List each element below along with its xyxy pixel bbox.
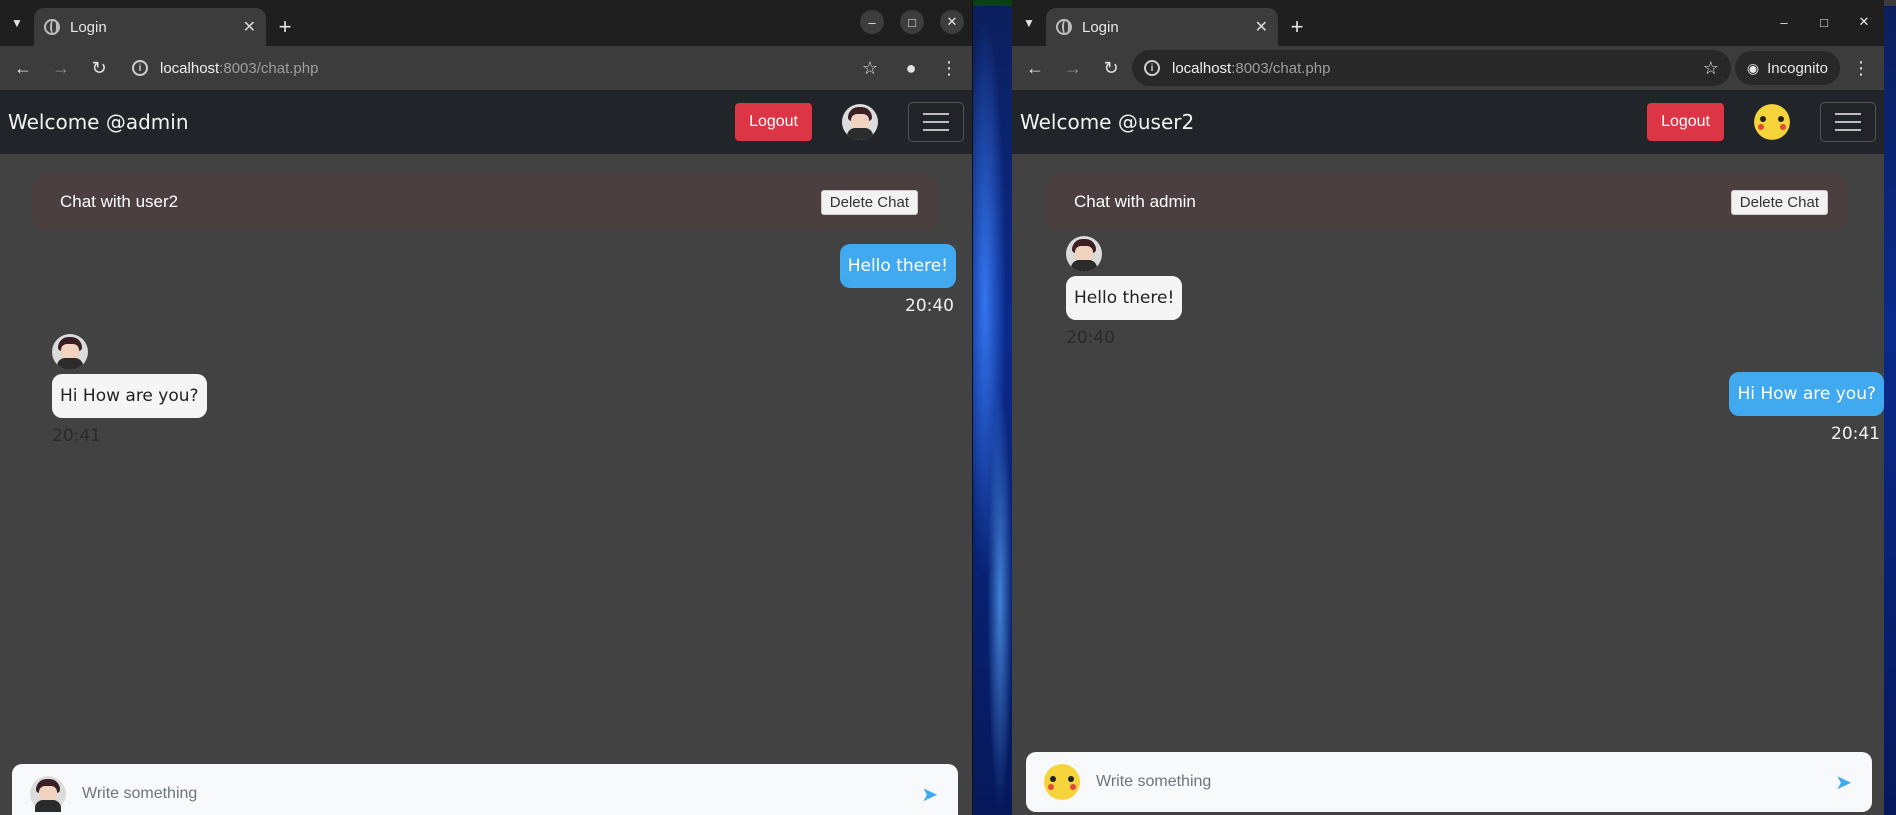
message-bubble-received: Hello there!: [1066, 276, 1183, 320]
address-bar[interactable]: i localhost:8003/chat.php ☆: [1132, 50, 1731, 86]
back-button[interactable]: ←: [1018, 51, 1052, 85]
new-tab-button[interactable]: +: [1278, 8, 1316, 46]
close-window-button[interactable]: ✕: [1852, 10, 1876, 34]
tab-strip: ▼ Login ✕ + – □ ✕: [0, 0, 972, 46]
tab-login[interactable]: Login ✕: [1046, 8, 1278, 46]
site-info-icon[interactable]: i: [1144, 60, 1160, 76]
tab-close-icon[interactable]: ✕: [243, 17, 256, 37]
tab-login[interactable]: Login ✕: [34, 8, 266, 46]
message-time: 20:41: [1831, 424, 1880, 444]
message-input[interactable]: [82, 785, 906, 803]
globe-icon: [1056, 19, 1072, 35]
close-window-button[interactable]: ✕: [940, 10, 964, 34]
message-time: 20:40: [905, 296, 954, 316]
hamburger-menu-icon[interactable]: [908, 102, 964, 142]
tab-title: Login: [1082, 18, 1119, 36]
chat-content: Chat with user2 Delete Chat Hello there!…: [0, 154, 972, 815]
welcome-text: Welcome @user2: [1020, 110, 1195, 134]
boy-avatar-icon: [30, 776, 66, 812]
tab-title: Login: [70, 18, 107, 36]
delete-chat-button[interactable]: Delete Chat: [1730, 189, 1828, 215]
message-composer: ➤: [12, 764, 958, 815]
pikachu-avatar-icon: [1044, 764, 1080, 800]
send-icon[interactable]: ➤: [1835, 770, 1852, 795]
message-time: 20:40: [1066, 328, 1115, 348]
chat-content: Chat with admin Delete Chat Hello there!…: [1012, 154, 1884, 815]
globe-icon: [44, 19, 60, 35]
url-path: :8003/chat.php: [219, 59, 319, 77]
tab-search-button[interactable]: ▼: [1012, 0, 1046, 46]
reload-button[interactable]: ↻: [1094, 51, 1128, 85]
window-controls: – □ ✕: [860, 10, 964, 34]
bookmark-star-icon[interactable]: ☆: [862, 58, 878, 79]
message-bubble-received: Hi How are you?: [52, 374, 207, 418]
welcome-text: Welcome @admin: [8, 110, 189, 134]
url-text: localhost:8003/chat.php: [1172, 60, 1330, 77]
logout-button[interactable]: Logout: [1647, 103, 1724, 141]
pikachu-avatar-icon[interactable]: [1754, 104, 1790, 140]
avatar-face: [30, 776, 66, 812]
back-button[interactable]: ←: [6, 51, 40, 85]
avatar-face: [842, 104, 878, 140]
reload-button[interactable]: ↻: [82, 51, 116, 85]
avatar-face: [52, 334, 88, 370]
bookmark-star-icon[interactable]: ☆: [1703, 58, 1719, 79]
forward-button[interactable]: →: [1056, 51, 1090, 85]
logout-button[interactable]: Logout: [735, 103, 812, 141]
chat-title: Chat with user2: [60, 192, 179, 211]
chat-title: Chat with admin: [1074, 192, 1196, 211]
browser-toolbar: ← → ↻ i localhost:8003/chat.php ☆ ● ⋮: [0, 46, 972, 90]
navbar-actions: Logout: [1647, 102, 1876, 142]
profile-icon[interactable]: ●: [894, 51, 928, 85]
browser-toolbar: ← → ↻ i localhost:8003/chat.php ☆ ◉ Inco…: [1012, 46, 1884, 90]
avatar-face: [1066, 236, 1102, 272]
url-host: localhost: [160, 59, 220, 77]
delete-chat-button[interactable]: Delete Chat: [820, 189, 918, 215]
minimize-button[interactable]: –: [1772, 10, 1796, 34]
tab-strip: ▼ Login ✕ + – □ ✕: [1012, 0, 1884, 46]
incognito-icon: ◉: [1746, 59, 1760, 76]
message-composer: ➤: [1026, 752, 1872, 812]
address-bar[interactable]: i localhost:8003/chat.php ☆: [120, 50, 890, 86]
url-host: localhost: [1172, 59, 1232, 77]
forward-button[interactable]: →: [44, 51, 78, 85]
message-time: 20:41: [52, 426, 101, 446]
browser-window-user2: ▼ Login ✕ + – □ ✕ ← → ↻ i localhost:8003…: [1012, 0, 1884, 815]
pikachu-face: [1044, 764, 1080, 800]
message-input[interactable]: [1096, 773, 1820, 791]
pikachu-face: [1754, 104, 1790, 140]
hamburger-menu-icon[interactable]: [1820, 102, 1876, 142]
incognito-label: Incognito: [1767, 59, 1828, 77]
new-tab-button[interactable]: +: [266, 8, 304, 46]
url-text: localhost:8003/chat.php: [160, 60, 318, 77]
maximize-button[interactable]: □: [900, 10, 924, 34]
site-navbar: Welcome @admin Logout: [0, 90, 972, 154]
boy-avatar-icon[interactable]: [842, 104, 878, 140]
site-navbar: Welcome @user2 Logout: [1012, 90, 1884, 154]
navbar-actions: Logout: [735, 102, 964, 142]
browser-window-admin: ▼ Login ✕ + – □ ✕ ← → ↻ i localhost:8003…: [0, 0, 973, 815]
maximize-button[interactable]: □: [1812, 10, 1836, 34]
message-bubble-sent: Hello there!: [839, 244, 956, 288]
url-path: :8003/chat.php: [1231, 59, 1331, 77]
boy-avatar-icon: [1066, 236, 1102, 272]
chat-header: Chat with user2 Delete Chat: [32, 174, 938, 230]
site-info-icon[interactable]: i: [132, 60, 148, 76]
send-icon[interactable]: ➤: [921, 782, 938, 807]
window-controls: – □ ✕: [1772, 10, 1876, 34]
message-bubble-sent: Hi How are you?: [1729, 372, 1884, 416]
boy-avatar-icon: [52, 334, 88, 370]
chat-header: Chat with admin Delete Chat: [1046, 174, 1848, 230]
browser-menu-icon[interactable]: ⋮: [1844, 51, 1878, 85]
tab-search-button[interactable]: ▼: [0, 0, 34, 46]
incognito-indicator[interactable]: ◉ Incognito: [1734, 51, 1840, 85]
minimize-button[interactable]: –: [860, 10, 884, 34]
browser-menu-icon[interactable]: ⋮: [932, 51, 966, 85]
tab-close-icon[interactable]: ✕: [1255, 17, 1268, 37]
